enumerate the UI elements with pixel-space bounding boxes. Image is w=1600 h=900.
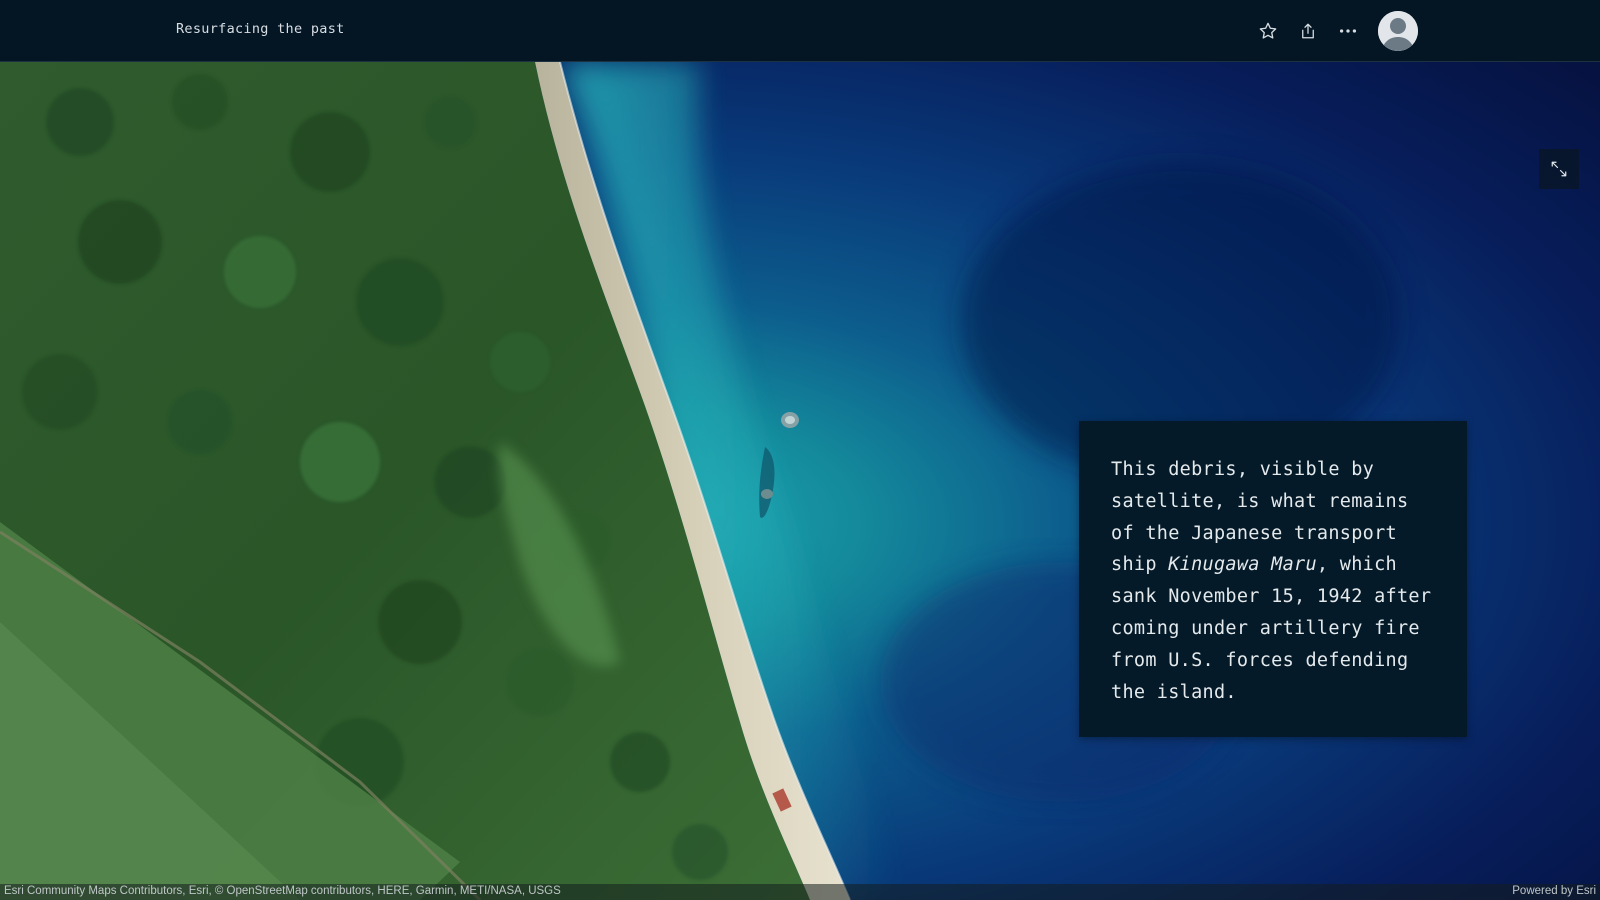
favorite-button[interactable] [1256, 19, 1280, 43]
user-avatar-icon [1378, 11, 1418, 51]
ship-name: Kinugawa Maru [1168, 554, 1317, 575]
expand-icon [1550, 160, 1568, 178]
map-attribution[interactable]: Esri Community Maps Contributors, Esri, … [4, 885, 561, 897]
story-title[interactable]: Resurfacing the past [176, 21, 345, 37]
satellite-map[interactable]: This debris, visible by satellite, is wh… [0, 62, 1600, 900]
user-avatar[interactable] [1378, 11, 1418, 51]
share-button[interactable] [1296, 19, 1320, 43]
caption-part-2: , which sank November 15, 1942 after com… [1111, 554, 1431, 702]
share-icon [1299, 22, 1317, 40]
ellipsis-icon [1337, 20, 1359, 42]
more-options-button[interactable] [1336, 19, 1360, 43]
attribution-bar: Esri Community Maps Contributors, Esri, … [0, 884, 1600, 900]
star-icon [1258, 21, 1278, 41]
fullscreen-button[interactable] [1539, 149, 1579, 189]
narrative-text: This debris, visible by satellite, is wh… [1111, 454, 1437, 708]
narrative-panel: This debris, visible by satellite, is wh… [1079, 421, 1467, 737]
powered-by-esri[interactable]: Powered by Esri [1512, 885, 1596, 897]
top-navigation-bar: Resurfacing the past [0, 0, 1600, 62]
